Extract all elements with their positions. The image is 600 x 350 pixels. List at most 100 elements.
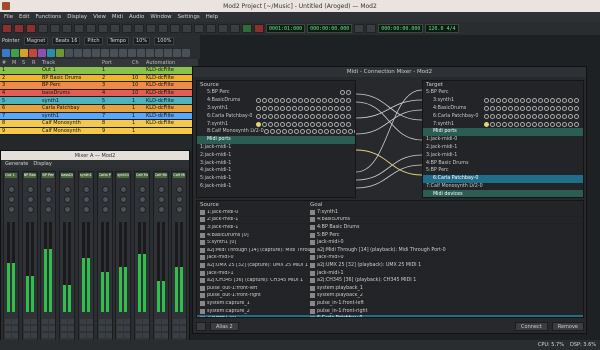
channel-dot[interactable] [520, 98, 525, 104]
pan-knob[interactable] [176, 186, 184, 193]
port-node[interactable]: 2:jack-midi-1 [423, 144, 583, 152]
strip-toggle[interactable] [105, 319, 112, 324]
col-channel[interactable]: Ch [130, 60, 144, 66]
channel-dot[interactable] [520, 113, 525, 119]
channel-dot[interactable] [538, 105, 543, 111]
strip-toggle[interactable] [23, 333, 30, 338]
channel-dot[interactable] [311, 129, 317, 135]
channel-dot[interactable] [544, 121, 549, 127]
save-file-icon[interactable] [26, 24, 36, 33]
mixer-menu-display[interactable]: Display [33, 161, 51, 167]
port-node[interactable]: 6:Carla Patchbay-0 [423, 112, 583, 120]
strip-toggle[interactable] [79, 326, 86, 331]
channel-dot[interactable] [334, 105, 339, 111]
channel-dot[interactable] [340, 98, 345, 104]
pitch-control[interactable]: Pitch [84, 37, 103, 45]
channel-dot[interactable] [340, 121, 345, 127]
channel-dot[interactable] [496, 113, 501, 119]
rewind-icon[interactable] [218, 24, 228, 33]
pan-knob[interactable] [82, 206, 90, 213]
channel-dot[interactable] [496, 105, 501, 111]
connection-row[interactable]: 4:BasicDrums [0] 5:BP Perc [197, 232, 583, 240]
strip-toggle[interactable] [154, 326, 161, 331]
strip-toggle[interactable] [161, 333, 168, 338]
strip-toggle[interactable] [124, 319, 131, 324]
midi-icon[interactable] [128, 49, 136, 57]
channel-dot[interactable] [328, 113, 333, 119]
channel-dot[interactable] [322, 98, 327, 104]
channel-dot[interactable] [574, 113, 579, 119]
list-icon[interactable] [110, 49, 118, 57]
channel-dot[interactable] [268, 113, 273, 119]
channel-dot[interactable] [263, 129, 269, 135]
strip-toggle[interactable] [117, 326, 124, 331]
pan-knob[interactable] [82, 196, 90, 203]
zoom-tool-icon[interactable] [158, 24, 168, 33]
channel-dot[interactable] [293, 129, 299, 135]
track-row[interactable]: 7 synth1 7 1 KLD-dcFilte [0, 112, 198, 121]
add-group-icon[interactable] [38, 49, 46, 57]
list-goal-header[interactable]: Goal [307, 202, 323, 208]
channel-dot[interactable] [334, 121, 339, 127]
pan-knob[interactable] [101, 186, 109, 193]
channel-dot[interactable] [346, 105, 351, 111]
track-row[interactable]: 5 synth1 5 1 KLD-dcFilte [0, 97, 198, 105]
strip-toggle[interactable] [5, 326, 11, 331]
remove-button[interactable]: Remove [551, 322, 584, 331]
channel-dot[interactable] [484, 121, 489, 127]
port-node[interactable]: 1:jack-midi-0 [423, 136, 583, 144]
channel-dot[interactable] [298, 105, 303, 111]
strip-toggle[interactable] [61, 319, 68, 324]
channel-dot[interactable] [292, 98, 297, 104]
port-node[interactable]: 5:jack-midi-1 [197, 175, 355, 183]
strip-toggle[interactable] [105, 326, 112, 331]
channel-dot[interactable] [568, 113, 573, 119]
channel-dot[interactable] [544, 98, 549, 104]
pan-knob[interactable] [120, 206, 128, 213]
channel-dot[interactable] [520, 105, 525, 111]
pan-knob[interactable] [8, 186, 15, 193]
beats-control[interactable]: Beats 16 [52, 37, 81, 45]
add-aux-icon[interactable] [56, 49, 64, 57]
menu-audio[interactable]: Audio [129, 14, 144, 20]
strip-toggle[interactable] [79, 333, 86, 338]
port-node[interactable]: 4:BP Basic Drums [423, 159, 583, 167]
list-source-header[interactable]: Source [197, 202, 307, 208]
port-node[interactable]: 7:synth1 [423, 120, 583, 128]
add-wave-track-icon[interactable] [20, 49, 28, 57]
record-icon[interactable] [254, 24, 264, 33]
strip-toggle[interactable] [42, 319, 49, 324]
transport-icon[interactable] [173, 49, 181, 57]
channel-dot[interactable] [502, 113, 507, 119]
strip-toggle[interactable] [124, 333, 131, 338]
channel-dot[interactable] [268, 121, 273, 127]
channel-dot[interactable] [526, 105, 531, 111]
channel-dot[interactable] [262, 121, 267, 127]
channel-dot[interactable] [526, 121, 531, 127]
channel-dot[interactable] [490, 105, 495, 111]
channel-dot[interactable] [574, 105, 579, 111]
connection-row[interactable]: 1:jack-midi-0 7:synth1 [197, 209, 583, 217]
play-icon[interactable] [242, 24, 252, 33]
glue-tool-icon[interactable] [146, 24, 156, 33]
pan-knob[interactable] [64, 206, 72, 213]
channel-dot[interactable] [268, 105, 273, 111]
channel-dot[interactable] [532, 113, 537, 119]
pan-knob[interactable] [120, 196, 128, 203]
channel-dot[interactable] [310, 113, 315, 119]
channel-dot[interactable] [508, 105, 513, 111]
port-node[interactable]: 4:BasicDrums [197, 97, 355, 105]
channel-dot[interactable] [310, 98, 315, 104]
channel-dot[interactable] [562, 113, 567, 119]
strip-toggle[interactable] [86, 326, 93, 331]
pan-knob[interactable] [176, 206, 184, 213]
channel-dot[interactable] [562, 98, 567, 104]
channel-dot[interactable] [484, 105, 489, 111]
mute-tool-icon[interactable] [170, 24, 180, 33]
channel-dot[interactable] [329, 129, 335, 135]
channel-dot[interactable] [299, 129, 305, 135]
tempo-control[interactable]: Tempo [106, 37, 129, 45]
channel-dot[interactable] [262, 113, 267, 119]
strip-toggle[interactable] [173, 333, 180, 338]
channel-dot[interactable] [562, 121, 567, 127]
